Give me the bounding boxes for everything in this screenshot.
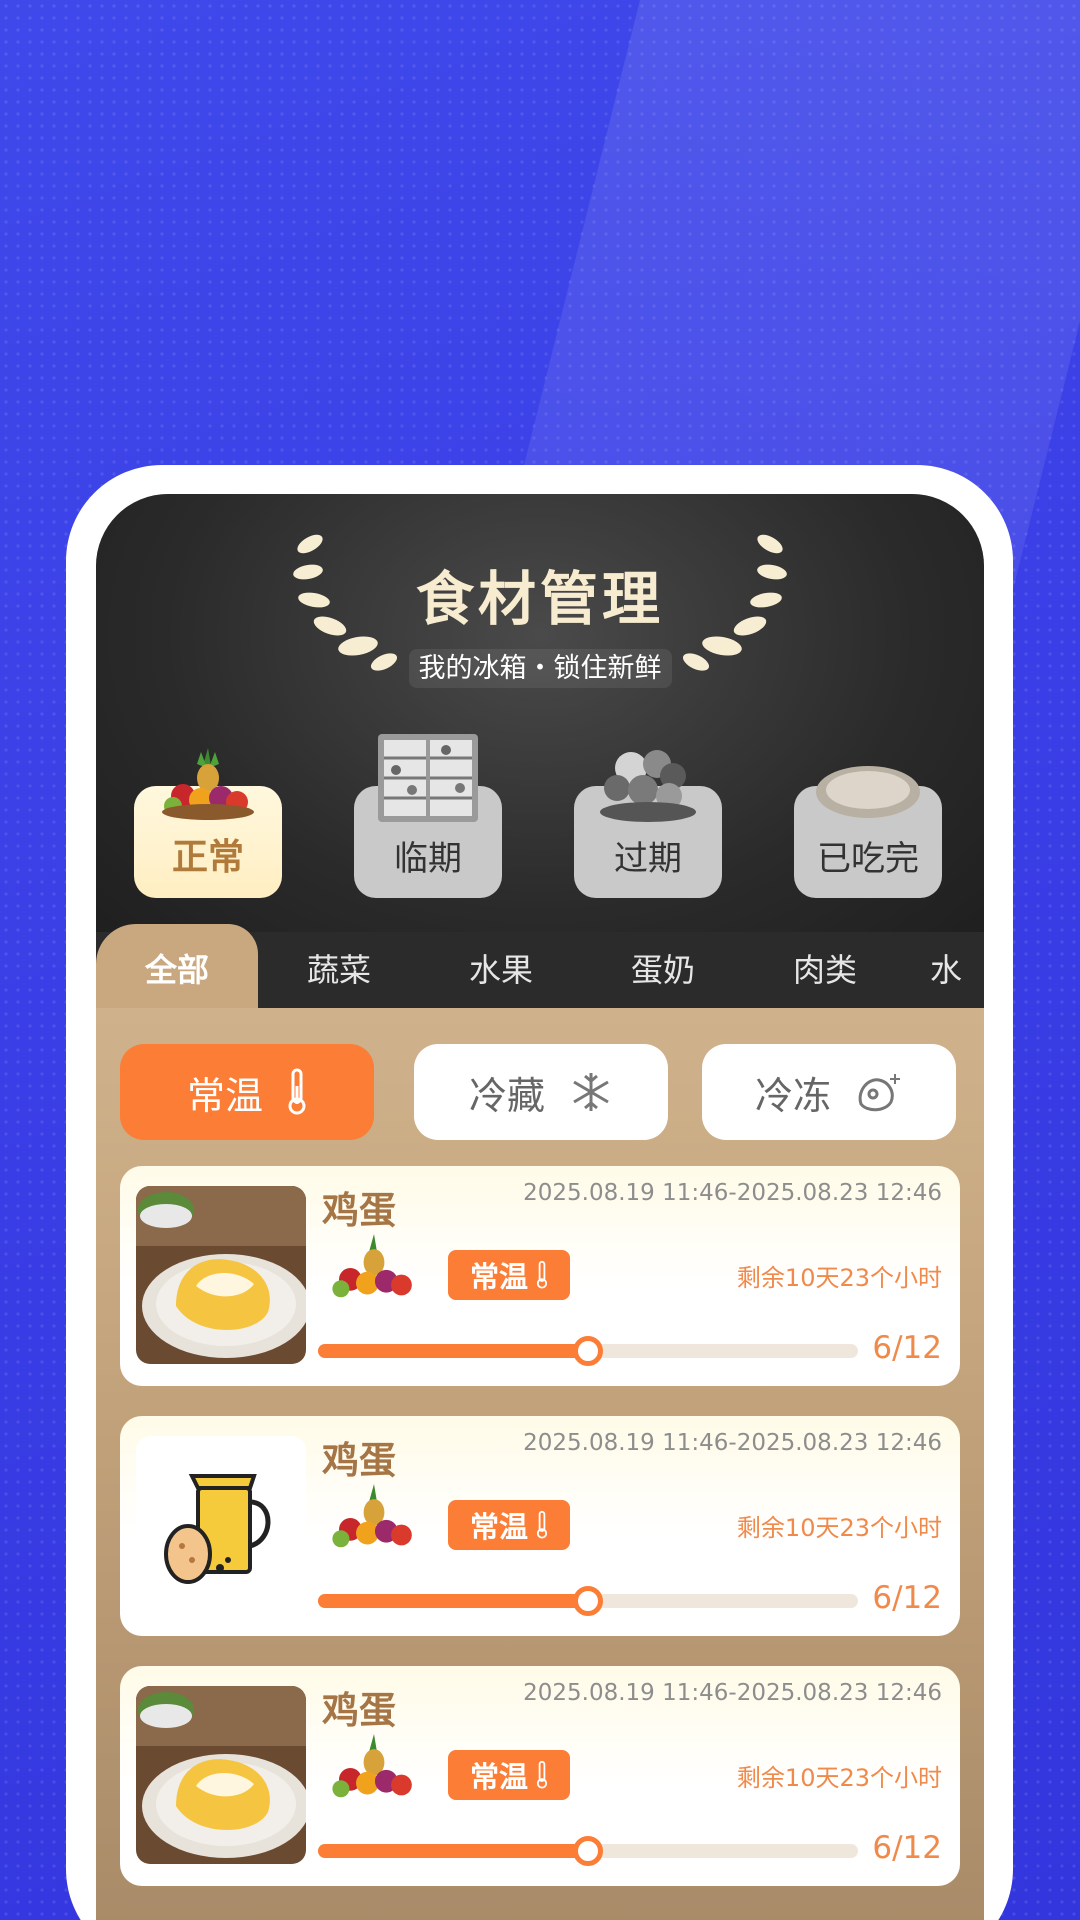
- storage-tag: 常温: [448, 1750, 570, 1800]
- fridge-icon: [378, 734, 478, 822]
- thermometer-icon: [288, 1068, 306, 1115]
- status-eaten-button[interactable]: 已吃完: [794, 766, 942, 898]
- food-name: 鸡蛋: [322, 1189, 396, 1232]
- omelette-photo: [136, 1686, 306, 1864]
- thermometer-icon: [536, 1760, 548, 1789]
- fruit-basket-icon: [162, 748, 254, 820]
- vegetables-icon: [600, 750, 696, 822]
- filter-refrigerated-button[interactable]: 冷藏: [414, 1044, 668, 1140]
- food-card[interactable]: 鸡蛋 2025.08.19 11:46-2025.08.23 12:46 常温 …: [120, 1416, 960, 1636]
- filter-frozen-label: 冷冻: [754, 1073, 831, 1118]
- page-subtitle: 我的冰箱・锁住新鲜: [96, 646, 984, 688]
- count-label: 6/12: [872, 1330, 942, 1366]
- date-range: 2025.08.19 11:46-2025.08.23 12:46: [523, 1180, 942, 1206]
- status-expired-button[interactable]: 过期: [574, 750, 722, 898]
- food-card[interactable]: 鸡蛋 2025.08.19 11:46-2025.08.23 12:46 常温 …: [120, 1166, 960, 1386]
- remaining-time: 剩余10天23个小时: [736, 1514, 942, 1542]
- freshness-progress: [318, 1336, 858, 1366]
- status-eaten-label: 已吃完: [817, 839, 919, 879]
- storage-tag: 常温: [448, 1500, 570, 1550]
- egg-and-milk-icon: [136, 1436, 306, 1614]
- fruit-basket-icon: [332, 1733, 412, 1798]
- status-expiring-label: 临期: [394, 839, 462, 879]
- count-label: 6/12: [872, 1580, 942, 1616]
- fruit-basket-icon: [332, 1233, 412, 1298]
- progress-knob[interactable]: [573, 1336, 603, 1366]
- tab-water[interactable]: 水: [906, 932, 984, 1008]
- category-tabs: 全部 蔬菜 水果 蛋奶 肉类 水: [96, 924, 984, 1008]
- status-expiring-button[interactable]: 临期: [354, 734, 502, 898]
- thermometer-icon: [536, 1510, 548, 1539]
- app-screen: 食材管理 我的冰箱・锁住新鲜 正常 临期 过期 已吃完 全部 蔬菜 水果 蛋奶 …: [96, 494, 984, 1920]
- frozen-meat-icon: [858, 1074, 900, 1112]
- tab-all[interactable]: 全部: [96, 924, 258, 1008]
- remaining-time: 剩余10天23个小时: [736, 1264, 942, 1292]
- storage-tag-label: 常温: [469, 1510, 528, 1544]
- header: 食材管理 我的冰箱・锁住新鲜 正常 临期 过期 已吃完: [96, 494, 984, 964]
- snowflake-icon: [573, 1073, 609, 1111]
- food-list-area: 常温 冷藏 冷冻 鸡蛋 2025.08.19 11:46-2025.08.23 …: [96, 1008, 984, 1920]
- filter-room-temp-button[interactable]: 常温: [120, 1044, 374, 1140]
- progress-fill: [318, 1594, 588, 1608]
- count-label: 6/12: [872, 1830, 942, 1866]
- tab-fruits[interactable]: 水果: [420, 932, 582, 1008]
- filter-room-temp-label: 常温: [186, 1073, 263, 1118]
- storage-tag-label: 常温: [469, 1760, 528, 1794]
- storage-tag-label: 常温: [469, 1260, 528, 1294]
- page-title: 食材管理: [415, 565, 664, 633]
- thermometer-icon: [536, 1260, 548, 1289]
- freshness-progress: [318, 1586, 858, 1616]
- food-name: 鸡蛋: [322, 1689, 396, 1732]
- filter-refrigerated-label: 冷藏: [468, 1073, 545, 1118]
- filter-frozen-button[interactable]: 冷冻: [702, 1044, 956, 1140]
- progress-knob[interactable]: [573, 1586, 603, 1616]
- tab-eggs-dairy[interactable]: 蛋奶: [582, 932, 744, 1008]
- progress-fill: [318, 1344, 588, 1358]
- empty-plate-icon: [816, 766, 920, 818]
- status-expired-label: 过期: [614, 839, 682, 879]
- progress-knob[interactable]: [573, 1836, 603, 1866]
- omelette-photo: [136, 1186, 306, 1364]
- food-name: 鸡蛋: [322, 1439, 396, 1482]
- tab-vegetables[interactable]: 蔬菜: [258, 932, 420, 1008]
- date-range: 2025.08.19 11:46-2025.08.23 12:46: [523, 1430, 942, 1456]
- fruit-basket-icon: [332, 1483, 412, 1548]
- freshness-progress: [318, 1836, 858, 1866]
- tab-meat[interactable]: 肉类: [744, 932, 906, 1008]
- remaining-time: 剩余10天23个小时: [736, 1764, 942, 1792]
- status-normal-button[interactable]: 正常: [134, 748, 282, 898]
- date-range: 2025.08.19 11:46-2025.08.23 12:46: [523, 1680, 942, 1706]
- progress-fill: [318, 1844, 588, 1858]
- food-card[interactable]: 鸡蛋 2025.08.19 11:46-2025.08.23 12:46 常温 …: [120, 1666, 960, 1886]
- storage-tag: 常温: [448, 1250, 570, 1300]
- subtitle-text: 我的冰箱・锁住新鲜: [408, 649, 672, 688]
- status-normal-label: 正常: [171, 837, 244, 878]
